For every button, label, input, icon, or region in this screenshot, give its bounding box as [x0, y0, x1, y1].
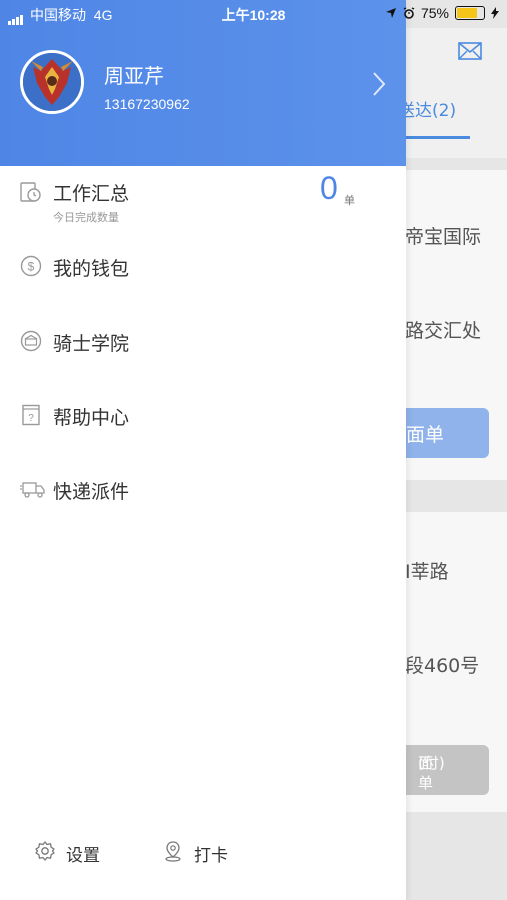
settings-button[interactable]: 设置	[34, 838, 114, 866]
tab-indicator	[398, 136, 470, 139]
charging-icon	[491, 7, 499, 19]
menu-item-wallet[interactable]: $ 我的钱包	[0, 236, 406, 296]
mail-icon[interactable]	[458, 42, 482, 60]
background-address-line: 段460号	[405, 655, 480, 677]
user-name: 周亚芹	[104, 64, 164, 88]
background-address-line: I莘路	[405, 561, 449, 583]
academy-icon	[20, 330, 42, 352]
status-right: 75%	[385, 5, 499, 21]
truck-icon	[20, 482, 45, 498]
menu-sublabel: 今日完成数量	[53, 211, 119, 224]
alarm-icon	[403, 7, 415, 19]
gear-icon	[35, 841, 55, 861]
menu-label: 我的钱包	[53, 258, 130, 280]
user-phone: 13167230962	[104, 96, 190, 112]
status-bar: 中国移动 4G 上午10:28 75%	[0, 0, 507, 28]
avatar-image	[23, 53, 81, 111]
background-address-line: 帝宝国际	[405, 226, 482, 248]
work-count: 0	[320, 170, 338, 206]
background-disabled-button[interactable]: 面单 (付)	[398, 745, 489, 795]
avatar[interactable]	[20, 50, 84, 114]
menu-label: 骑士学院	[53, 333, 130, 355]
battery-percent: 75%	[420, 5, 449, 21]
menu-label: 工作汇总	[53, 183, 130, 205]
svg-text:$: $	[28, 260, 35, 274]
background-address-line: 路交汇处	[405, 320, 482, 342]
clock-icon	[20, 182, 41, 202]
checkin-button[interactable]: 打卡	[162, 838, 242, 866]
side-drawer: 周亚芹 13167230962 工作汇总 今日完成数量 0 单 $ 我的钱包 骑…	[0, 0, 406, 900]
menu-label: 帮助中心	[53, 407, 130, 429]
svg-text:?: ?	[28, 413, 34, 424]
menu-item-help[interactable]: ? 帮助中心	[0, 385, 406, 445]
tab-delivered[interactable]: 送达(2)	[398, 96, 456, 121]
background-button-label: (付)	[418, 754, 445, 772]
help-icon: ?	[22, 404, 40, 426]
menu-item-courier[interactable]: 快递派件	[0, 459, 406, 519]
background-print-button[interactable]: 面单	[398, 408, 489, 458]
location-icon	[385, 8, 396, 18]
dollar-icon: $	[20, 255, 42, 277]
work-count-unit: 单	[344, 194, 355, 207]
menu-label: 快递派件	[53, 481, 130, 503]
battery-icon	[455, 6, 485, 20]
settings-label: 设置	[66, 846, 100, 866]
background-button-label: 面单	[406, 424, 445, 446]
chevron-right-icon[interactable]	[370, 70, 388, 98]
menu-item-academy[interactable]: 骑士学院	[0, 311, 406, 371]
location-pin-icon	[165, 841, 181, 862]
checkin-label: 打卡	[194, 846, 228, 866]
